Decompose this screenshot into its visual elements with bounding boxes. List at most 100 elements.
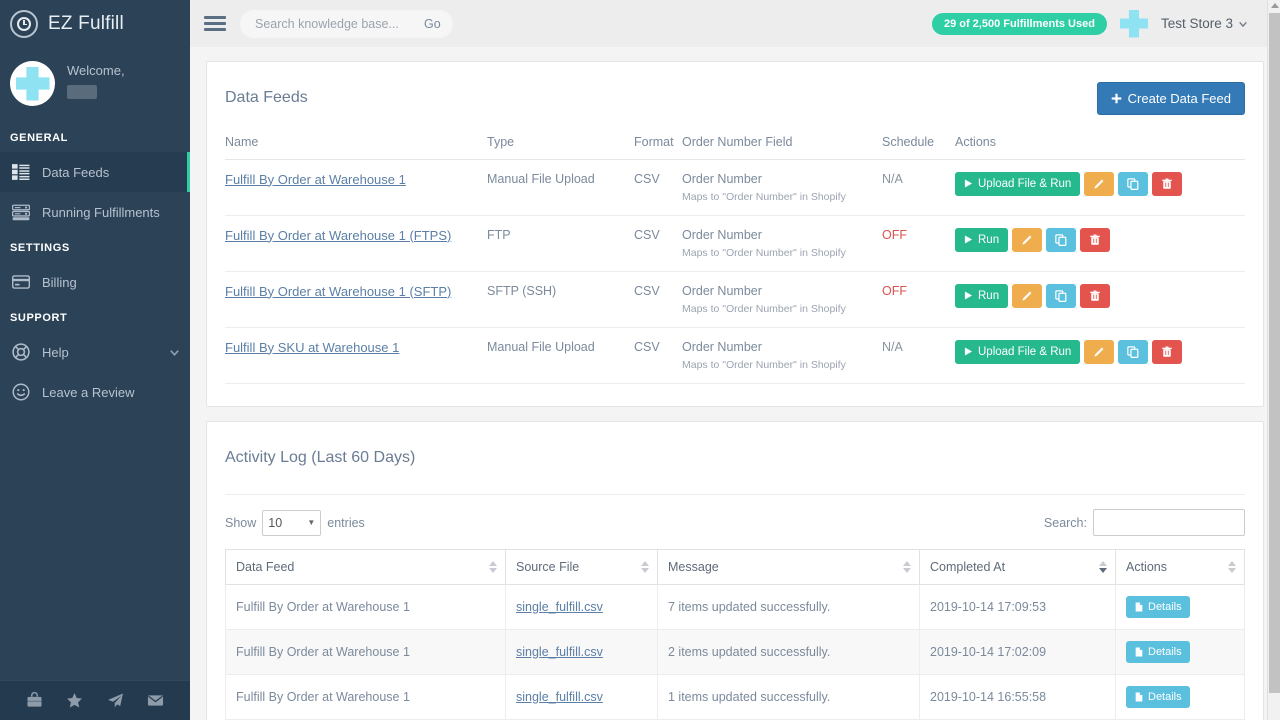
cell-schedule: OFF bbox=[882, 271, 955, 327]
data-feed-link[interactable]: Fulfill By Order at Warehouse 1 (SFTP) bbox=[225, 284, 451, 299]
sort-icon bbox=[489, 561, 497, 573]
order-field-mapping: Maps to "Order Number" in Shopify bbox=[682, 303, 882, 315]
cell-format: CSV bbox=[634, 215, 682, 271]
run-button-label: Upload File & Run bbox=[978, 178, 1071, 190]
cell-actions: Details bbox=[1116, 675, 1245, 720]
hamburger-icon[interactable] bbox=[204, 13, 226, 34]
activity-log-table-wrap: Data Feed Source File Message bbox=[207, 549, 1263, 720]
cell-actions: Details bbox=[1116, 630, 1245, 675]
credit-card-icon bbox=[12, 273, 30, 291]
details-button[interactable]: Details bbox=[1126, 686, 1190, 708]
copy-icon bbox=[1127, 346, 1139, 358]
run-button[interactable]: Run bbox=[955, 284, 1008, 308]
data-feeds-panel-head: Data Feeds Create Data Feed bbox=[207, 62, 1263, 135]
data-feeds-table-body: Fulfill By Order at Warehouse 1Manual Fi… bbox=[225, 159, 1245, 383]
trash-icon bbox=[1089, 234, 1101, 246]
page-size-select[interactable]: 10 ▼ bbox=[262, 510, 321, 536]
go-button[interactable]: Go bbox=[418, 16, 447, 32]
brand[interactable]: EZ Fulfill bbox=[0, 0, 190, 47]
search-label: Search: bbox=[1044, 516, 1087, 530]
table-row: Fulfill By Order at Warehouse 1single_fu… bbox=[226, 675, 1245, 720]
table-row: Fulfill By Order at Warehouse 1Manual Fi… bbox=[225, 159, 1245, 215]
col-order-number-field: Order Number Field bbox=[682, 135, 882, 160]
topbar-right: 29 of 2,500 Fulfillments Used Test Store… bbox=[932, 10, 1266, 38]
details-button[interactable]: Details bbox=[1126, 641, 1190, 663]
user-box: Welcome, bbox=[0, 47, 190, 122]
run-button[interactable]: Upload File & Run bbox=[955, 172, 1080, 196]
fulfillment-quota-badge: 29 of 2,500 Fulfillments Used bbox=[932, 13, 1107, 35]
briefcase-icon[interactable] bbox=[26, 692, 43, 709]
run-button[interactable]: Run bbox=[955, 228, 1008, 252]
col-data-feed[interactable]: Data Feed bbox=[226, 550, 506, 585]
cell-format: CSV bbox=[634, 159, 682, 215]
envelope-icon[interactable] bbox=[147, 692, 164, 709]
cell-order-number-field: Order NumberMaps to "Order Number" in Sh… bbox=[682, 159, 882, 215]
chevron-down-icon: ▼ bbox=[307, 518, 315, 527]
activity-log-panel: Activity Log (Last 60 Days) Show 10 ▼ en… bbox=[206, 421, 1264, 720]
delete-button[interactable] bbox=[1152, 172, 1182, 196]
delete-button[interactable] bbox=[1152, 340, 1182, 364]
vertical-scrollbar[interactable] bbox=[1267, 0, 1280, 720]
chevron-down-icon bbox=[169, 347, 180, 358]
col-message[interactable]: Message bbox=[658, 550, 920, 585]
sidebar-item-billing[interactable]: Billing bbox=[0, 262, 190, 302]
table-row: Fulfill By Order at Warehouse 1single_fu… bbox=[226, 585, 1245, 630]
cell-format: CSV bbox=[634, 327, 682, 383]
edit-button[interactable] bbox=[1084, 172, 1114, 196]
duplicate-button[interactable] bbox=[1118, 340, 1148, 364]
col-source-file[interactable]: Source File bbox=[506, 550, 658, 585]
sidebar-item-help[interactable]: Help bbox=[0, 332, 190, 372]
run-button-label: Run bbox=[978, 234, 999, 246]
cell-actions: Run bbox=[955, 215, 1245, 271]
cell-type: SFTP (SSH) bbox=[487, 271, 634, 327]
edit-button[interactable] bbox=[1084, 340, 1114, 364]
sidebar-item-running-fulfillments[interactable]: Running Fulfillments bbox=[0, 192, 190, 232]
scroll-up-arrow-icon[interactable] bbox=[1271, 3, 1279, 8]
cell-order-number-field: Order NumberMaps to "Order Number" in Sh… bbox=[682, 215, 882, 271]
sort-icon bbox=[1228, 561, 1236, 573]
col-name: Name bbox=[225, 135, 487, 160]
knowledge-base-search[interactable]: Go bbox=[240, 10, 453, 38]
data-feed-link[interactable]: Fulfill By Order at Warehouse 1 bbox=[225, 172, 406, 187]
data-feed-link[interactable]: Fulfill By SKU at Warehouse 1 bbox=[225, 340, 399, 355]
run-button[interactable]: Upload File & Run bbox=[955, 340, 1080, 364]
data-feed-link[interactable]: Fulfill By Order at Warehouse 1 (FTPS) bbox=[225, 228, 451, 243]
data-feeds-panel: Data Feeds Create Data Feed bbox=[206, 61, 1264, 407]
cell-source-file: single_fulfill.csv bbox=[506, 630, 658, 675]
delete-button[interactable] bbox=[1080, 228, 1110, 252]
edit-button[interactable] bbox=[1012, 228, 1042, 252]
activity-log-search-input[interactable] bbox=[1093, 509, 1245, 536]
cell-format: CSV bbox=[634, 271, 682, 327]
duplicate-button[interactable] bbox=[1118, 172, 1148, 196]
sidebar-item-data-feeds[interactable]: Data Feeds bbox=[0, 152, 190, 192]
star-icon[interactable] bbox=[66, 692, 83, 709]
delete-button[interactable] bbox=[1080, 284, 1110, 308]
duplicate-button[interactable] bbox=[1046, 228, 1076, 252]
sidebar-item-leave-a-review[interactable]: Leave a Review bbox=[0, 372, 190, 412]
store-switcher[interactable]: Test Store 3 bbox=[1161, 16, 1248, 31]
cell-completed-at: 2019-10-14 17:02:09 bbox=[920, 630, 1116, 675]
details-button[interactable]: Details bbox=[1126, 596, 1190, 618]
col-actions[interactable]: Actions bbox=[1116, 550, 1245, 585]
col-label: Data Feed bbox=[236, 560, 294, 574]
col-format: Format bbox=[634, 135, 682, 160]
duplicate-button[interactable] bbox=[1046, 284, 1076, 308]
order-field-mapping: Maps to "Order Number" in Shopify bbox=[682, 359, 882, 371]
file-icon bbox=[1134, 692, 1144, 702]
edit-button[interactable] bbox=[1012, 284, 1042, 308]
sidebar-spacer bbox=[0, 412, 190, 680]
cell-type: FTP bbox=[487, 215, 634, 271]
sidebar-footer-icons bbox=[0, 680, 190, 720]
search-input[interactable] bbox=[253, 16, 418, 32]
paper-plane-icon[interactable] bbox=[107, 692, 124, 709]
col-completed-at[interactable]: Completed At bbox=[920, 550, 1116, 585]
source-file-link[interactable]: single_fulfill.csv bbox=[516, 645, 603, 659]
cell-name: Fulfill By SKU at Warehouse 1 bbox=[225, 327, 487, 383]
scrollbar-thumb[interactable] bbox=[1269, 13, 1280, 693]
table-row: Fulfill By Order at Warehouse 1 (FTPS) FT… bbox=[225, 215, 1245, 271]
order-field-mapping: Maps to "Order Number" in Shopify bbox=[682, 191, 882, 203]
order-field-mapping: Maps to "Order Number" in Shopify bbox=[682, 247, 882, 259]
source-file-link[interactable]: single_fulfill.csv bbox=[516, 600, 603, 614]
create-data-feed-button[interactable]: Create Data Feed bbox=[1097, 82, 1245, 115]
source-file-link[interactable]: single_fulfill.csv bbox=[516, 690, 603, 704]
